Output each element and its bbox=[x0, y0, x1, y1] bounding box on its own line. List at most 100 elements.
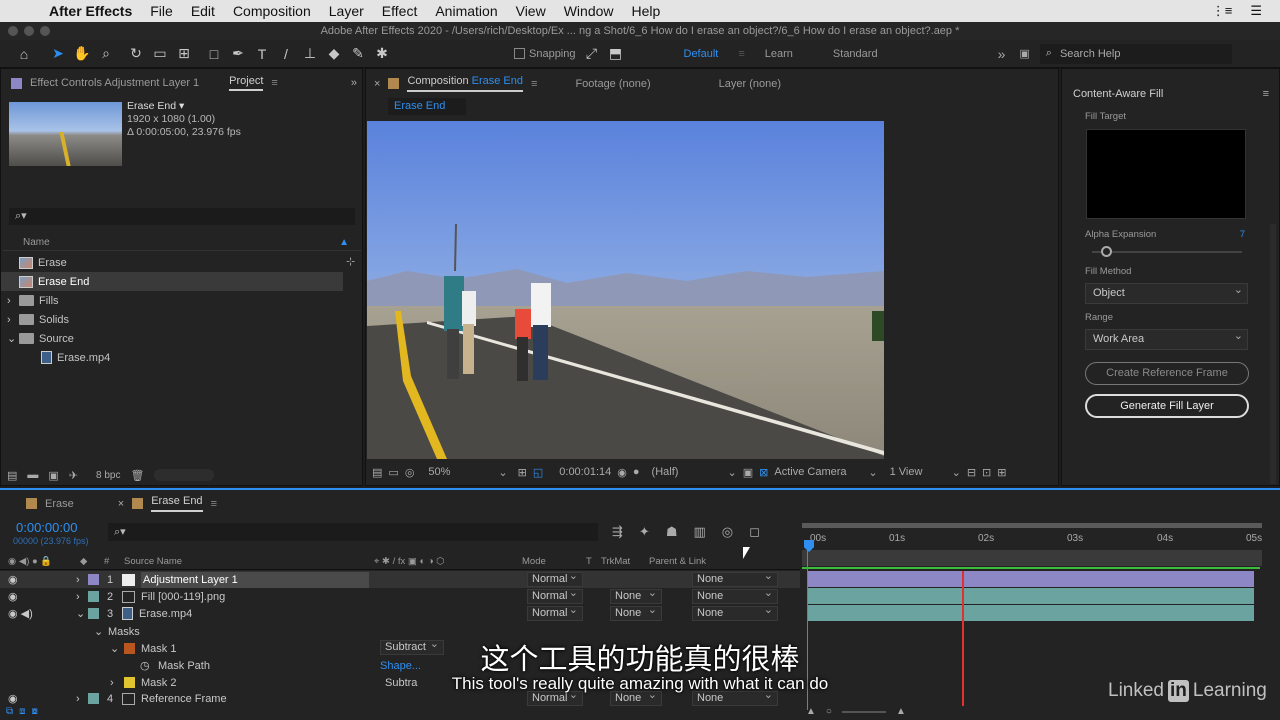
project-folder-fills[interactable]: › Fills bbox=[1, 291, 351, 310]
eye-icon[interactable]: ◉ bbox=[8, 590, 76, 603]
roi-icon[interactable]: ◱ bbox=[533, 466, 543, 479]
thumbnail-slider[interactable] bbox=[154, 469, 215, 481]
time-navigator[interactable] bbox=[802, 550, 1262, 566]
tab-composition[interactable]: Composition Erase End bbox=[407, 75, 524, 92]
chevron-down-icon[interactable]: ⌄ bbox=[498, 466, 507, 479]
panel-expand-icon[interactable]: » bbox=[351, 77, 357, 89]
fill-method-dropdown[interactable]: Object bbox=[1085, 281, 1248, 304]
layer2-parent-dropdown[interactable]: None bbox=[692, 587, 778, 604]
motion-blur-icon[interactable]: ◎ bbox=[722, 524, 733, 540]
menu-layer[interactable]: Layer bbox=[320, 3, 373, 19]
chevron-down-icon[interactable]: ⌄ bbox=[7, 332, 19, 345]
eye-audio-icon[interactable]: ◉ ◀) bbox=[8, 607, 76, 620]
menu-extras-icon[interactable]: ⋮≡ bbox=[1212, 3, 1233, 19]
project-search-input[interactable]: ⌕▾ bbox=[9, 208, 355, 225]
menu-edit[interactable]: Edit bbox=[182, 3, 224, 19]
column-name-header[interactable]: Name bbox=[23, 237, 50, 248]
panel-menu-icon[interactable]: ≡ bbox=[271, 77, 277, 89]
create-reference-frame-button[interactable]: Create Reference Frame bbox=[1085, 362, 1249, 385]
view-layout-dropdown[interactable]: 1 View bbox=[890, 466, 946, 478]
project-item-erase-mp4[interactable]: Erase.mp4 bbox=[1, 348, 351, 367]
menu-animation[interactable]: Animation bbox=[426, 3, 506, 19]
generate-fill-layer-button[interactable]: Generate Fill Layer bbox=[1085, 394, 1249, 418]
comp-mini-flowchart-icon[interactable]: ⇶ bbox=[612, 524, 623, 540]
timeline-search-input[interactable]: ⌕▾ bbox=[108, 523, 598, 541]
home-icon[interactable]: ⌂ bbox=[12, 43, 36, 65]
fast-preview-icon[interactable]: ⊡ bbox=[982, 466, 991, 479]
panel-scrollbar[interactable] bbox=[1270, 224, 1276, 484]
work-area-bar[interactable] bbox=[802, 523, 1262, 528]
eye-icon[interactable]: ◉ bbox=[8, 573, 76, 586]
mode-header[interactable]: Mode bbox=[522, 556, 586, 567]
chevron-right-icon[interactable]: › bbox=[76, 693, 88, 705]
transfer-controls-icon[interactable]: ⧈ bbox=[19, 706, 25, 717]
eraser-tool-icon[interactable]: ◆ bbox=[322, 43, 346, 65]
snapshot-icon[interactable]: ◉ bbox=[617, 466, 627, 479]
snap-option2-icon[interactable]: ⬒ bbox=[604, 43, 628, 65]
selection-tool-icon[interactable]: ➤ bbox=[46, 43, 70, 65]
more-workspaces-icon[interactable]: » bbox=[998, 46, 1006, 62]
layer-name[interactable]: Reference Frame bbox=[141, 693, 369, 705]
clone-stamp-tool-icon[interactable]: ⊥ bbox=[298, 43, 322, 65]
layer-name[interactable]: Adjustment Layer 1 bbox=[141, 571, 369, 588]
zoom-tool-icon[interactable]: ⌕ bbox=[94, 43, 118, 65]
menu-view[interactable]: View bbox=[507, 3, 555, 19]
alpha-expansion-value[interactable]: 7 bbox=[1240, 229, 1245, 240]
chevron-down-icon[interactable]: ⌄ bbox=[728, 466, 737, 479]
snapping-toggle[interactable]: Snapping bbox=[514, 48, 576, 60]
interpret-footage-icon[interactable]: ▤ bbox=[7, 469, 17, 482]
layer-name[interactable]: Erase.mp4 bbox=[139, 608, 367, 620]
workspace-default[interactable]: Default bbox=[684, 48, 719, 60]
new-composition-icon[interactable]: ▣ bbox=[48, 469, 58, 482]
layer-switches-toggle-icon[interactable]: ⧉ bbox=[6, 706, 13, 717]
layer2-trkmat-dropdown[interactable]: None bbox=[610, 587, 662, 604]
adjust-project-settings-icon[interactable]: ✈ bbox=[69, 469, 78, 482]
alpha-expansion-slider-handle[interactable] bbox=[1101, 246, 1112, 257]
layer1-mode-dropdown[interactable]: Normal bbox=[527, 570, 583, 587]
layer1-duration-bar[interactable] bbox=[807, 571, 1254, 587]
pan-behind-tool-icon[interactable]: ⊞ bbox=[172, 43, 196, 65]
show-channel-icon[interactable]: ● bbox=[633, 466, 640, 478]
hand-tool-icon[interactable]: ✋ bbox=[70, 43, 94, 65]
timeline-tab-erase-end[interactable]: Erase End bbox=[151, 495, 203, 512]
camera-tool-icon[interactable]: ▭ bbox=[148, 43, 172, 65]
layer3-parent-dropdown[interactable]: None bbox=[692, 604, 778, 621]
bit-depth-button[interactable]: 8 bpc bbox=[96, 470, 120, 481]
label-color-icon[interactable] bbox=[88, 574, 99, 585]
flowchart-icon[interactable]: ⊹ bbox=[346, 255, 355, 268]
close-window-icon[interactable] bbox=[8, 26, 18, 36]
always-preview-icon[interactable]: ▤ bbox=[372, 466, 382, 479]
chevron-right-icon[interactable]: › bbox=[76, 574, 88, 586]
trkmat-header[interactable]: TrkMat bbox=[601, 556, 649, 567]
puppet-tool-icon[interactable]: ✱ bbox=[370, 43, 394, 65]
graph-editor-icon[interactable]: ◻ bbox=[749, 524, 760, 540]
layer3-trkmat-dropdown[interactable]: None bbox=[610, 604, 662, 621]
type-tool-icon[interactable]: T bbox=[250, 43, 274, 65]
parent-link-header[interactable]: Parent & Link bbox=[649, 556, 706, 567]
chevron-down-icon[interactable]: ⌄ bbox=[868, 466, 877, 479]
menu-app[interactable]: After Effects bbox=[40, 3, 141, 19]
panel-menu-icon[interactable]: ≡ bbox=[531, 78, 537, 90]
menu-help[interactable]: Help bbox=[623, 3, 670, 19]
layer2-duration-bar[interactable] bbox=[807, 588, 1254, 604]
chevron-down-icon[interactable]: ⌄ bbox=[76, 607, 88, 620]
sort-ascending-icon[interactable]: ▲ bbox=[339, 237, 349, 248]
in-out-toggle-icon[interactable]: ⧇ bbox=[32, 706, 38, 717]
camera-dropdown[interactable]: Active Camera bbox=[774, 466, 862, 478]
layer-row[interactable]: ◉ › 2 Fill [000-119].png bbox=[0, 588, 800, 605]
hide-shy-layers-icon[interactable]: ☗ bbox=[666, 524, 678, 540]
rotate-tool-icon[interactable]: ↻ bbox=[124, 43, 148, 65]
label-color-icon[interactable] bbox=[88, 693, 99, 704]
sync-settings-icon[interactable]: ▣ bbox=[1019, 47, 1029, 60]
layer-name[interactable]: Fill [000-119].png bbox=[141, 591, 369, 603]
project-item-erase-end[interactable]: Erase End bbox=[1, 272, 343, 291]
snap-option-icon[interactable]: ⤢ bbox=[580, 43, 604, 65]
menu-file[interactable]: File bbox=[141, 3, 182, 19]
zoom-out-icon[interactable]: ▲ bbox=[806, 706, 816, 717]
brush-tool-icon[interactable]: / bbox=[274, 43, 298, 65]
timeline-tab-erase[interactable]: Erase bbox=[45, 498, 74, 510]
new-folder-icon[interactable]: ▬ bbox=[27, 469, 38, 481]
fit-icon[interactable]: ⊞ bbox=[518, 466, 527, 479]
composition-viewer[interactable] bbox=[367, 121, 884, 459]
vr-icon[interactable]: ◎ bbox=[405, 466, 415, 479]
